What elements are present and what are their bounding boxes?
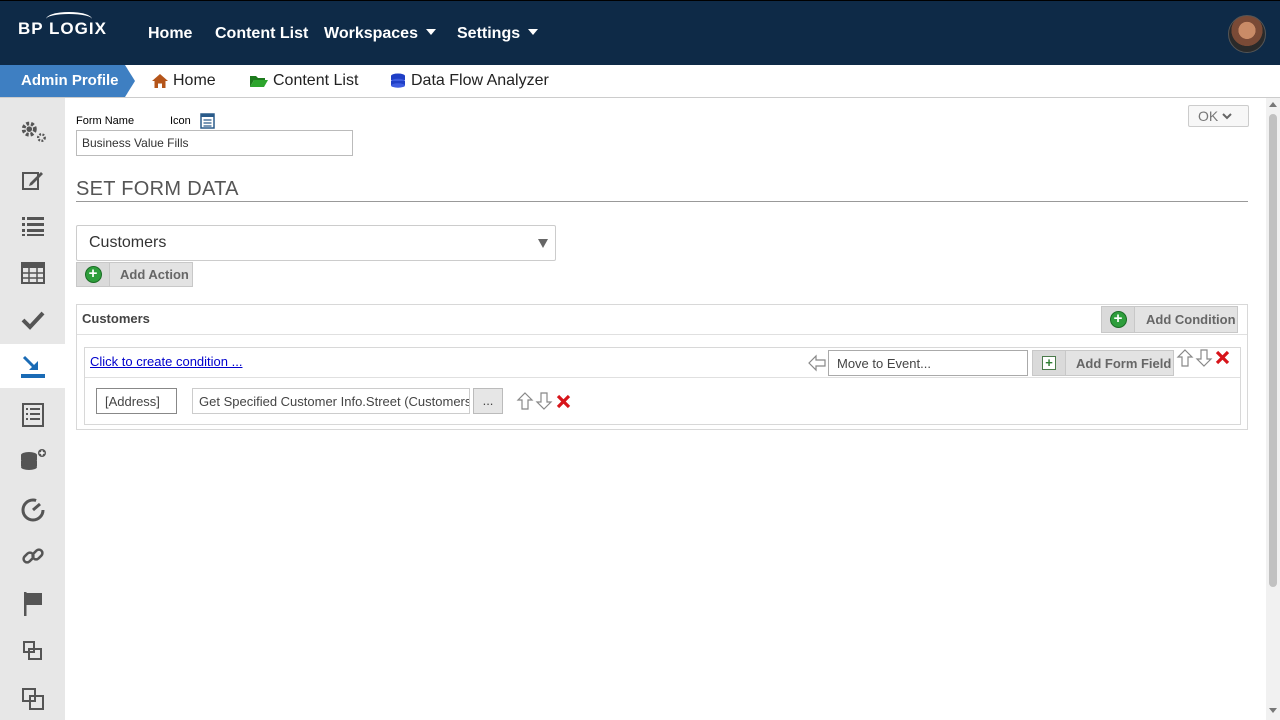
breadcrumb-data-flow-analyzer-label: Data Flow Analyzer	[411, 72, 549, 89]
add-condition-label: Add Condition	[1146, 312, 1236, 327]
delete-x-icon[interactable]	[1215, 350, 1230, 365]
add-form-field-icon-cell: +	[1033, 351, 1066, 375]
user-avatar[interactable]	[1228, 15, 1266, 53]
window-icon[interactable]	[18, 636, 48, 666]
add-action-button[interactable]: + Add Action	[76, 262, 193, 287]
breadcrumb-home[interactable]: Home	[151, 72, 216, 90]
table-select-value: Customers	[89, 234, 167, 251]
vertical-scrollbar[interactable]	[1266, 98, 1280, 720]
edit-icon[interactable]	[18, 165, 48, 195]
chevron-down-icon	[425, 28, 436, 35]
arrow-down-icon[interactable]	[1195, 349, 1213, 367]
add-form-field-label: Add Form Field	[1076, 355, 1172, 371]
link-icon[interactable]	[18, 541, 48, 571]
dropdown-arrow-icon	[538, 239, 548, 248]
download-tray-icon[interactable]	[18, 352, 48, 382]
breadcrumb-content-list[interactable]: Content List	[249, 72, 358, 90]
section-divider	[76, 201, 1248, 202]
panel-header: Customers + Add Condition	[77, 305, 1247, 335]
home-icon	[152, 74, 168, 88]
breadcrumb-admin-profile[interactable]: Admin Profile	[0, 65, 135, 97]
panel-title: Customers	[82, 311, 150, 326]
bp-logix-logo[interactable]: BP LOGIX	[18, 12, 107, 39]
form-icon-picker-icon[interactable]	[200, 113, 215, 129]
add-action-icon-cell: +	[77, 263, 110, 286]
add-form-field-button[interactable]: + Add Form Field	[1032, 350, 1174, 376]
page-title: SET FORM DATA	[76, 178, 239, 200]
dashboard-icon[interactable]	[18, 495, 48, 525]
left-sidebar	[0, 98, 65, 720]
database-add-icon[interactable]	[18, 446, 48, 476]
flag-icon[interactable]	[18, 589, 48, 619]
delete-x-icon[interactable]	[556, 394, 571, 409]
chevron-down-icon	[528, 28, 539, 35]
main-content: Form Name Icon Business Value Fills OK S…	[65, 98, 1265, 720]
create-condition-link[interactable]: Click to create condition ...	[90, 354, 242, 369]
add-condition-button[interactable]: + Add Condition	[1101, 306, 1238, 333]
plus-circle-icon: +	[84, 266, 102, 283]
icon-label: Icon	[170, 115, 191, 127]
plus-circle-icon: +	[1109, 311, 1127, 328]
chevron-down-icon	[1222, 113, 1232, 120]
nav-workspaces[interactable]: Workspaces	[324, 25, 436, 43]
form-name-label: Form Name	[76, 115, 135, 127]
arrow-left-icon[interactable]	[808, 354, 826, 372]
arrow-up-icon[interactable]	[1176, 349, 1194, 367]
list-icon[interactable]	[18, 211, 48, 241]
breadcrumb-data-flow-analyzer[interactable]: Data Flow Analyzer	[389, 72, 549, 90]
expression-picker-button[interactable]: ...	[473, 388, 503, 414]
arrow-down-icon[interactable]	[535, 392, 553, 410]
arrow-up-icon[interactable]	[516, 392, 534, 410]
field-expression-input[interactable]: Get Specified Customer Info.Street (Cust…	[192, 388, 470, 414]
database-icon	[391, 73, 405, 88]
nav-home[interactable]: Home	[148, 25, 192, 43]
breadcrumb-content-list-label: Content List	[273, 72, 359, 89]
action-panel: Customers + Add Condition Click to creat…	[76, 304, 1248, 430]
scroll-down-icon[interactable]	[1269, 708, 1277, 713]
folder-open-icon	[250, 76, 268, 87]
check-icon[interactable]	[18, 305, 48, 335]
condition-row: Click to create condition ... Move to Ev…	[85, 348, 1240, 378]
add-action-label: Add Action	[120, 267, 189, 282]
breadcrumb-home-label: Home	[173, 72, 216, 89]
table-select[interactable]: Customers	[76, 225, 556, 261]
nav-workspaces-label: Workspaces	[324, 25, 418, 42]
nav-settings-label: Settings	[457, 25, 521, 42]
target-field-input[interactable]: [Address]	[96, 388, 177, 414]
scrollbar-thumb[interactable]	[1269, 114, 1277, 587]
nav-content-list[interactable]: Content List	[215, 25, 308, 43]
plus-square-icon: +	[1042, 356, 1056, 370]
condition-block: Click to create condition ... Move to Ev…	[84, 347, 1241, 425]
ok-button-label: OK	[1198, 108, 1219, 124]
form-name-field[interactable]: Business Value Fills	[76, 130, 353, 156]
table-icon[interactable]	[18, 258, 48, 288]
scroll-up-icon[interactable]	[1269, 102, 1277, 107]
add-condition-icon-cell: +	[1102, 307, 1135, 332]
gears-icon[interactable]	[18, 116, 48, 146]
windows-icon[interactable]	[18, 684, 48, 714]
breadcrumb: Admin Profile Home Content List Data Flo…	[0, 65, 1280, 98]
nav-settings[interactable]: Settings	[457, 25, 539, 43]
move-to-event-field[interactable]: Move to Event...	[828, 350, 1028, 376]
ok-button[interactable]: OK	[1188, 105, 1249, 127]
top-navbar: BP LOGIX Home Content List Workspaces Se…	[0, 0, 1280, 65]
document-list-icon[interactable]	[18, 400, 48, 430]
